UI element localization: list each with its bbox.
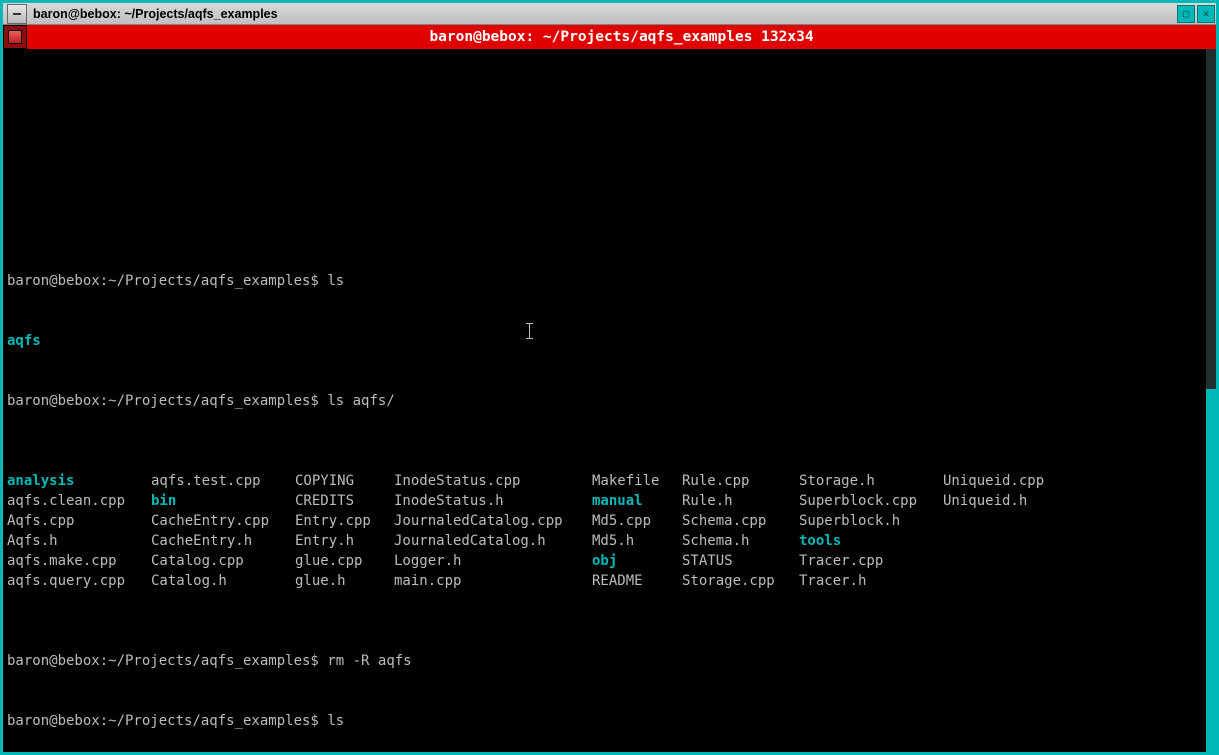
text-cursor-icon <box>529 323 530 339</box>
file-entry: Superblock.h <box>799 513 900 529</box>
command: ls aqfs/ <box>327 393 394 409</box>
file-column: analysis aqfs.clean.cpp Aqfs.cpp Aqfs.h aqfs… <box>7 471 151 591</box>
file-entry: InodeStatus.h <box>394 493 504 509</box>
command: rm -R aqfs <box>327 653 411 669</box>
file-entry: Storage.cpp <box>682 573 775 589</box>
file-column: aqfs.test.cpp bin CacheEntry.cpp CacheEntry… <box>151 471 295 591</box>
file-entry: Catalog.cpp <box>151 553 244 569</box>
file-entry: Superblock.cpp <box>799 493 917 509</box>
file-entry: Uniqueid.cpp <box>943 473 1044 489</box>
file-entry: Md5.h <box>592 533 634 549</box>
file-entry: Schema.h <box>682 533 749 549</box>
file-entry: aqfs.clean.cpp <box>7 493 125 509</box>
command: ls <box>327 713 344 729</box>
file-entry: Schema.cpp <box>682 513 766 529</box>
file-entry: Rule.cpp <box>682 473 749 489</box>
close-button[interactable]: ✕ <box>1197 5 1215 23</box>
file-entry-dir: analysis <box>7 473 74 489</box>
file-column: Rule.cpp Rule.h Schema.cpp Schema.h STATUS St… <box>682 471 799 591</box>
file-entry: main.cpp <box>394 573 461 589</box>
file-entry: aqfs.test.cpp <box>151 473 261 489</box>
tab-strip: baron@bebox: ~/Projects/aqfs_examples 13… <box>3 25 1216 49</box>
file-entry: aqfs.query.cpp <box>7 573 125 589</box>
file-entry: glue.h <box>295 573 346 589</box>
terminal-output[interactable]: baron@bebox:~/Projects/aqfs_examples$ ls… <box>3 49 1216 752</box>
file-entry: Aqfs.cpp <box>7 513 74 529</box>
file-entry-dir: obj <box>592 553 617 569</box>
file-entry: glue.cpp <box>295 553 362 569</box>
file-entry: Entry.h <box>295 533 354 549</box>
file-entry: Md5.cpp <box>592 513 651 529</box>
file-entry: STATUS <box>682 553 733 569</box>
file-column: COPYING CREDITS Entry.cpp Entry.h glue.cpp gl… <box>295 471 394 591</box>
file-entry: Tracer.cpp <box>799 553 883 569</box>
file-entry: CacheEntry.cpp <box>151 513 269 529</box>
file-entry: Logger.h <box>394 553 461 569</box>
file-entry: JournaledCatalog.h <box>394 533 546 549</box>
file-column: Storage.h Superblock.cpp Superblock.h tools… <box>799 471 943 591</box>
file-entry: Tracer.h <box>799 573 866 589</box>
window-menu-icon[interactable] <box>7 4 27 24</box>
file-column: Makefile manual Md5.cpp Md5.h obj README <box>592 471 682 591</box>
prompt: baron@bebox:~/Projects/aqfs_examples$ <box>7 713 319 729</box>
prompt: baron@bebox:~/Projects/aqfs_examples$ <box>7 653 319 669</box>
file-entry: Aqfs.h <box>7 533 58 549</box>
file-entry: COPYING <box>295 473 354 489</box>
ls-listing-1: analysis aqfs.clean.cpp Aqfs.cpp Aqfs.h aqfs… <box>7 471 1212 591</box>
file-column: Uniqueid.cpp Uniqueid.h <box>943 471 1103 591</box>
file-entry-dir: tools <box>799 533 841 549</box>
file-entry: Rule.h <box>682 493 733 509</box>
file-entry-dir: manual <box>592 493 643 509</box>
file-entry: Entry.cpp <box>295 513 371 529</box>
maximize-button[interactable]: ▢ <box>1177 5 1195 23</box>
file-entry: README <box>592 573 643 589</box>
prompt: baron@bebox:~/Projects/aqfs_examples$ <box>7 273 319 289</box>
scrollbar-thumb[interactable] <box>1206 389 1216 752</box>
file-entry-dir: bin <box>151 493 176 509</box>
terminal-window: baron@bebox: ~/Projects/aqfs_examples ▢ … <box>0 0 1219 755</box>
file-entry: Makefile <box>592 473 659 489</box>
file-entry: InodeStatus.cpp <box>394 473 520 489</box>
ls-output-dir: aqfs <box>7 333 41 349</box>
file-entry: JournaledCatalog.cpp <box>394 513 563 529</box>
tab-menu-icon[interactable] <box>3 25 27 49</box>
tab-active[interactable]: baron@bebox: ~/Projects/aqfs_examples 13… <box>27 25 1216 49</box>
file-entry: Catalog.h <box>151 573 227 589</box>
prompt: baron@bebox:~/Projects/aqfs_examples$ <box>7 393 319 409</box>
window-title-bar[interactable]: baron@bebox: ~/Projects/aqfs_examples ▢ … <box>3 3 1216 25</box>
file-column: InodeStatus.cpp InodeStatus.h JournaledCat… <box>394 471 592 591</box>
window-controls: ▢ ✕ <box>1176 5 1216 23</box>
file-entry: Uniqueid.h <box>943 493 1027 509</box>
file-entry: CacheEntry.h <box>151 533 252 549</box>
file-entry: aqfs.make.cpp <box>7 553 117 569</box>
file-entry: CREDITS <box>295 493 354 509</box>
file-entry: Storage.h <box>799 473 875 489</box>
window-title: baron@bebox: ~/Projects/aqfs_examples <box>31 7 1176 21</box>
command: ls <box>327 273 344 289</box>
